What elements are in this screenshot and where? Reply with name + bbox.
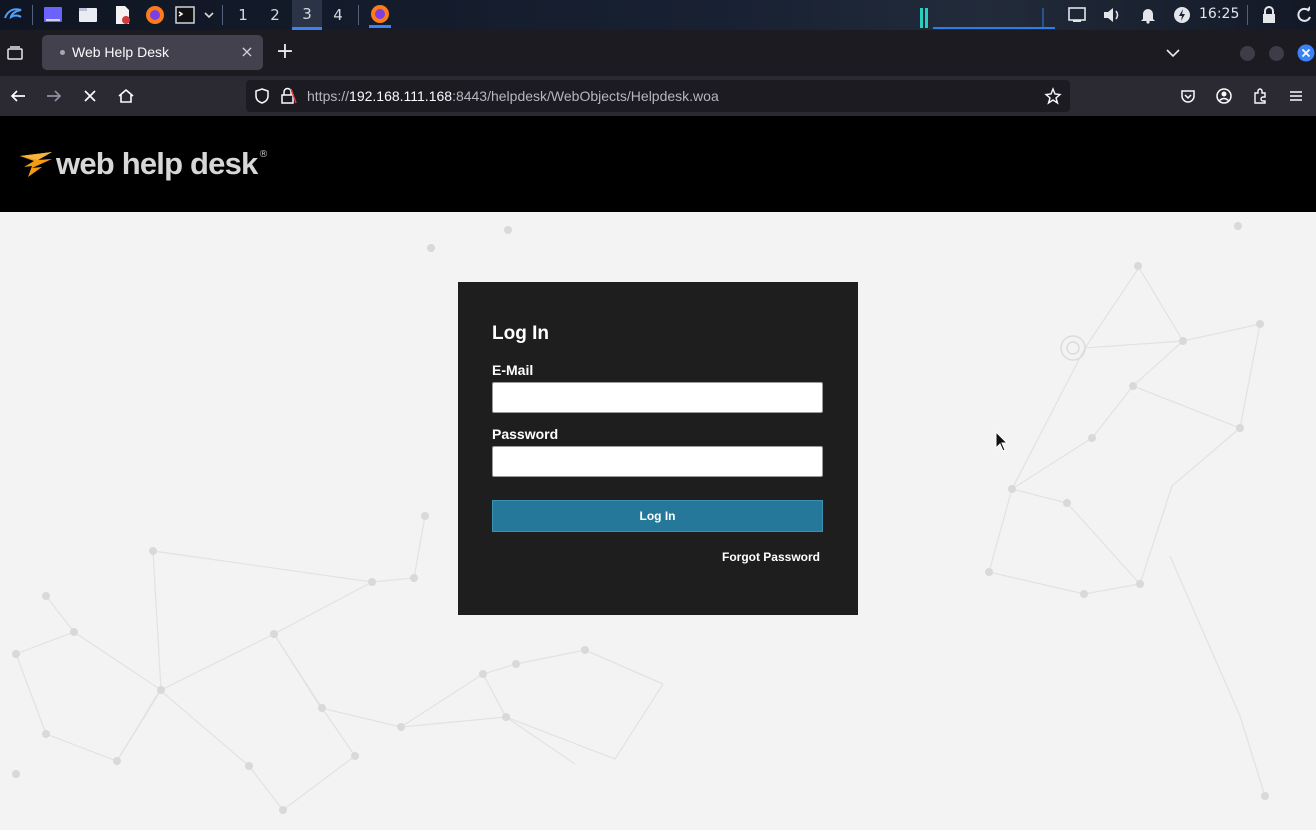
web-help-desk-logo[interactable]: web help desk ® [18,144,269,184]
url-host: 192.168.111.168 [349,88,453,104]
file-manager-icon[interactable] [77,4,99,26]
minimize-button[interactable] [1240,46,1255,61]
mouse-pointer-icon [995,431,1009,452]
clock[interactable]: 16:25 [1199,0,1239,30]
url-scheme: https:// [307,88,350,104]
insecure-lock-icon[interactable] [279,87,297,109]
chevron-down-icon[interactable] [198,4,220,26]
solarwinds-flame-icon [20,152,52,177]
firefox-window-icon[interactable] [369,2,391,28]
workspace-2[interactable]: 2 [260,0,290,30]
bell-icon[interactable] [1137,4,1159,26]
terminal-icon[interactable] [174,4,196,26]
web-page: web help desk ® Log In E-Mail Password L… [0,116,1316,830]
os-top-panel: 1 2 3 4 16:25 [0,0,1316,30]
site-header: web help desk ® [0,116,1316,212]
email-field[interactable] [492,382,823,413]
tab-overview-icon[interactable] [6,44,24,66]
tab-title: Web Help Desk [72,44,170,60]
list-all-tabs-icon[interactable] [1164,44,1182,66]
tab-favicon-icon [60,50,65,55]
lock-icon[interactable] [1258,4,1280,26]
url-bar[interactable]: https://192.168.111.168:8443/helpdesk/We… [246,80,1070,112]
workspace-4[interactable]: 4 [323,0,353,30]
new-tab-button[interactable]: + [273,41,297,65]
kali-menu-icon[interactable] [2,4,24,26]
logo-text: web help desk [56,146,258,181]
forgot-password-link[interactable]: Forgot Password [722,550,820,564]
firefox-icon[interactable] [144,4,166,26]
account-icon[interactable] [1212,84,1236,108]
network-icon[interactable] [1066,4,1088,26]
maximize-button[interactable] [1269,46,1284,61]
workspace-3[interactable]: 3 [292,0,322,30]
email-label: E-Mail [492,362,534,378]
login-button[interactable]: Log In [492,500,823,532]
separator [222,5,223,25]
extensions-icon[interactable] [1248,84,1272,108]
desktop-icon[interactable] [42,4,64,26]
password-field[interactable] [492,446,823,477]
browser-tab-strip: Web Help Desk × + [0,30,1316,76]
separator [358,5,359,25]
url-path: :8443/helpdesk/WebObjects/Helpdesk.woa [452,88,719,104]
bookmark-star-icon[interactable] [1044,87,1062,109]
menu-icon[interactable] [1284,84,1308,108]
tab-web-help-desk[interactable]: Web Help Desk × [42,35,263,70]
separator [32,5,33,25]
tracking-protection-icon[interactable] [253,87,271,109]
login-title: Log In [492,323,549,344]
back-icon[interactable] [6,84,30,108]
logo-registered-mark: ® [258,148,269,160]
volume-icon[interactable] [1101,4,1123,26]
url-text[interactable]: https://192.168.111.168:8443/helpdesk/We… [307,88,719,104]
password-label: Password [492,426,559,442]
power-icon[interactable] [1171,4,1193,26]
window-close-icon[interactable] [1297,44,1315,66]
refresh-icon[interactable] [1293,4,1315,26]
home-icon[interactable] [114,84,138,108]
browser-nav-bar: https://192.168.111.168:8443/helpdesk/We… [0,76,1316,116]
workspace-1[interactable]: 1 [228,0,258,30]
stop-loading-icon[interactable] [78,84,102,108]
tab-close-icon[interactable]: × [238,43,256,61]
forward-icon[interactable] [42,84,66,108]
login-panel: Log In E-Mail Password Log In Forgot Pas… [458,282,858,615]
text-editor-icon[interactable] [111,4,133,26]
pocket-icon[interactable] [1176,84,1200,108]
cpu-graph-icon [920,8,1055,29]
separator [1247,5,1248,25]
